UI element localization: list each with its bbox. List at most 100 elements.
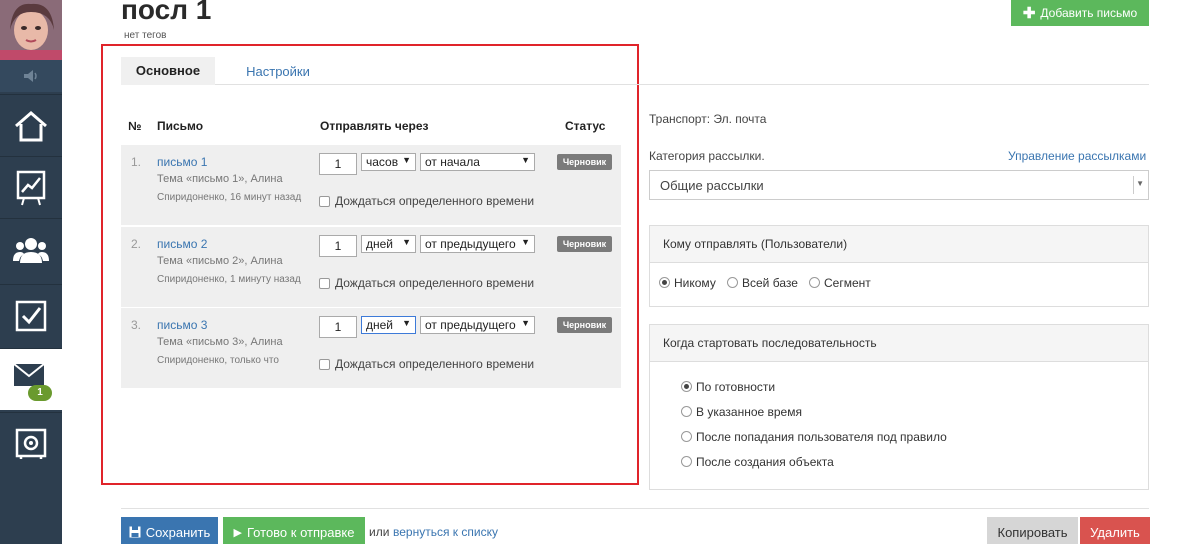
wait-checkbox[interactable] bbox=[319, 359, 330, 370]
users-icon bbox=[13, 237, 49, 263]
start-radio-ready[interactable] bbox=[681, 381, 692, 392]
column-header-send-after: Отправлять через bbox=[320, 119, 429, 133]
sidebar-item-stats[interactable] bbox=[0, 156, 62, 218]
sidebar-item-users[interactable] bbox=[0, 218, 62, 280]
start-radio-object[interactable] bbox=[681, 456, 692, 467]
save-label: Сохранить bbox=[145, 524, 211, 540]
letter-link[interactable]: письмо 1 bbox=[157, 155, 207, 169]
add-letter-button[interactable]: ✚ Добавить письмо bbox=[1011, 0, 1149, 26]
table-row: 2. письмо 2 Тема «письмо 2», Алина Спири… bbox=[121, 227, 621, 307]
status-badge: Черновик bbox=[557, 154, 612, 170]
safe-icon bbox=[15, 428, 47, 459]
chevron-down-icon: ▼ bbox=[521, 318, 530, 328]
ready-button[interactable]: ▶ Готово к отправке bbox=[223, 517, 365, 544]
letter-topic: Тема «письмо 2», Алина bbox=[157, 255, 283, 267]
ready-label: Готово к отправке bbox=[247, 524, 355, 540]
speaker-icon bbox=[24, 70, 37, 82]
footer-divider bbox=[121, 508, 1149, 509]
home-icon bbox=[15, 110, 47, 141]
delay-unit-select[interactable]: дней ▼ bbox=[361, 235, 416, 253]
letter-author: Спиридоненко, 1 минуту назад bbox=[157, 274, 301, 285]
delay-from-select[interactable]: от начала ▼ bbox=[420, 153, 535, 171]
start-panel: Когда стартовать последовательность По г… bbox=[649, 324, 1149, 490]
wait-checkbox[interactable] bbox=[319, 196, 330, 207]
delay-from-select[interactable]: от предыдущего ▼ bbox=[420, 316, 535, 334]
chart-icon bbox=[16, 170, 46, 205]
letter-author: Спиридоненко, только что bbox=[157, 355, 279, 366]
delay-unit-select[interactable]: дней ▼ bbox=[361, 316, 416, 334]
sidebar-item-tasks[interactable] bbox=[0, 284, 62, 346]
recipients-radio-nobody[interactable] bbox=[659, 277, 670, 288]
sidebar-item-mail[interactable]: 1 bbox=[0, 348, 62, 410]
copy-button[interactable]: Копировать bbox=[987, 517, 1078, 544]
mail-icon bbox=[13, 362, 45, 386]
chevron-down-icon: ▼ bbox=[402, 155, 411, 165]
wait-checkbox-label: Дождаться определенного времени bbox=[335, 276, 535, 290]
checkbox-icon bbox=[15, 300, 47, 331]
chevron-down-icon: ▼ bbox=[521, 237, 530, 247]
save-button[interactable]: Сохранить bbox=[121, 517, 218, 544]
floppy-icon bbox=[129, 526, 141, 538]
start-panel-title: Когда стартовать последовательность bbox=[650, 325, 1148, 362]
column-header-letter: Письмо bbox=[157, 119, 204, 133]
status-badge: Черновик bbox=[557, 317, 612, 333]
table-row: 1. письмо 1 Тема «письмо 1», Алина Спири… bbox=[121, 145, 621, 225]
recipients-panel: Кому отправлять (Пользователи) Никому Вс… bbox=[649, 225, 1149, 307]
wait-checkbox-label: Дождаться определенного времени bbox=[335, 194, 535, 208]
status-badge: Черновик bbox=[557, 236, 612, 252]
tab-main[interactable]: Основное bbox=[121, 57, 215, 85]
letter-author: Спиридоненко, 16 минут назад bbox=[157, 192, 302, 203]
table-row: 3. письмо 3 Тема «письмо 3», Алина Спири… bbox=[121, 308, 621, 388]
recipients-radio-all[interactable] bbox=[727, 277, 738, 288]
delay-from-value: от предыдущего bbox=[425, 237, 516, 251]
start-radio-rule-label: После попадания пользователя под правило bbox=[696, 430, 947, 444]
wait-checkbox-label: Дождаться определенного времени bbox=[335, 357, 535, 371]
letter-topic: Тема «письмо 3», Алина bbox=[157, 336, 283, 348]
delete-button[interactable]: Удалить bbox=[1080, 517, 1150, 544]
start-radio-time[interactable] bbox=[681, 406, 692, 417]
letter-topic: Тема «письмо 1», Алина bbox=[157, 173, 283, 185]
delay-unit-value: дней bbox=[366, 318, 394, 332]
delay-unit-value: часов bbox=[366, 155, 399, 169]
category-select[interactable]: Общие рассылки ▼ bbox=[649, 170, 1149, 200]
delay-quantity-input[interactable]: 1 bbox=[319, 153, 357, 175]
chevron-down-icon: ▼ bbox=[402, 318, 411, 328]
wait-checkbox[interactable] bbox=[319, 278, 330, 289]
sidebar-item-safe[interactable] bbox=[0, 412, 62, 474]
recipients-radio-nobody-label: Никому bbox=[674, 276, 716, 290]
delay-from-select[interactable]: от предыдущего ▼ bbox=[420, 235, 535, 253]
select-divider bbox=[1133, 176, 1134, 194]
tab-settings[interactable]: Настройки bbox=[233, 57, 323, 85]
start-radio-time-label: В указанное время bbox=[696, 405, 802, 419]
letter-link[interactable]: письмо 3 bbox=[157, 318, 207, 332]
delay-from-value: от начала bbox=[425, 155, 480, 169]
sound-toggle[interactable] bbox=[0, 60, 62, 92]
recipients-radio-segment-label: Сегмент bbox=[824, 276, 871, 290]
row-number: 2. bbox=[131, 237, 142, 251]
plus-icon: ✚ bbox=[1022, 5, 1036, 22]
start-radio-rule[interactable] bbox=[681, 431, 692, 442]
back-to-list-link[interactable]: вернуться к списку bbox=[393, 525, 498, 539]
category-label: Категория рассылки. bbox=[649, 149, 765, 163]
manage-mailings-link[interactable]: Управление рассылками bbox=[1008, 149, 1146, 163]
tags-line: нет тегов bbox=[124, 30, 167, 41]
play-icon: ▶ bbox=[233, 526, 243, 539]
delay-quantity-input[interactable]: 1 bbox=[319, 235, 357, 257]
recipients-panel-title: Кому отправлять (Пользователи) bbox=[650, 226, 1148, 263]
add-letter-label: Добавить письмо bbox=[1040, 6, 1138, 20]
recipients-radio-segment[interactable] bbox=[809, 277, 820, 288]
delay-from-value: от предыдущего bbox=[425, 318, 516, 332]
start-radio-ready-label: По готовности bbox=[696, 380, 776, 394]
letter-link[interactable]: письмо 2 bbox=[157, 237, 207, 251]
row-number: 1. bbox=[131, 155, 142, 169]
start-radio-object-label: После создания объекта bbox=[696, 455, 834, 469]
column-header-status: Статус bbox=[565, 119, 606, 133]
sidebar-item-home[interactable] bbox=[0, 94, 62, 156]
chevron-down-icon: ▼ bbox=[1136, 179, 1144, 188]
chevron-down-icon: ▼ bbox=[402, 237, 411, 247]
sidebar: 1 bbox=[0, 0, 62, 544]
avatar[interactable] bbox=[0, 0, 62, 60]
delay-quantity-input[interactable]: 1 bbox=[319, 316, 357, 338]
column-header-number: № bbox=[128, 119, 142, 133]
delay-unit-select[interactable]: часов ▼ bbox=[361, 153, 416, 171]
